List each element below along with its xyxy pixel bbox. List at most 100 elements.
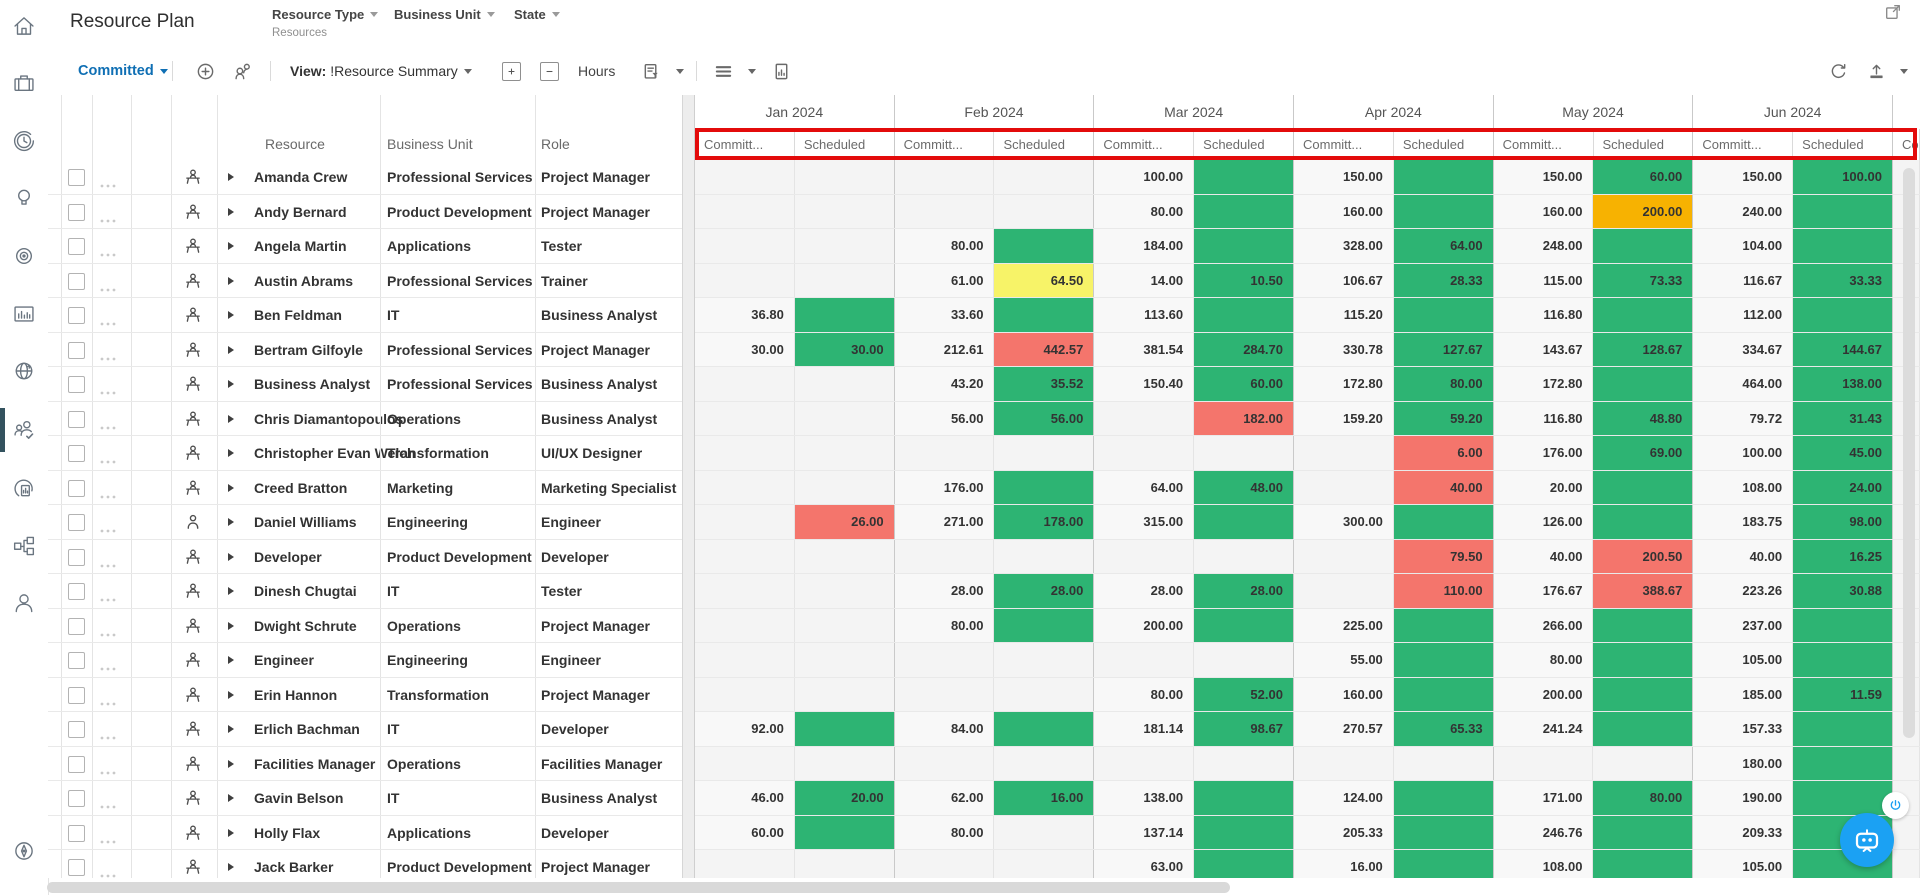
row-checkbox[interactable] xyxy=(68,617,85,635)
scheduled-cell[interactable] xyxy=(1593,298,1694,332)
committed-cell[interactable]: 248.00 xyxy=(1493,229,1594,263)
committed-cell[interactable] xyxy=(695,574,795,608)
row-context-menu-icon[interactable] xyxy=(100,727,116,745)
committed-cell[interactable]: 172.80 xyxy=(1493,367,1594,401)
committed-cell[interactable]: 180.00 xyxy=(1693,746,1794,780)
row-context-menu-icon[interactable] xyxy=(100,175,116,193)
committed-cell[interactable] xyxy=(695,263,795,297)
committed-cell[interactable]: 40.00 xyxy=(1493,539,1594,573)
committed-cell[interactable]: 225.00 xyxy=(1293,608,1394,642)
scheduled-cell[interactable]: 48.80 xyxy=(1593,401,1694,435)
committed-cell[interactable]: 150.00 xyxy=(1493,160,1594,194)
expand-row-icon[interactable] xyxy=(228,311,234,319)
committed-cell[interactable]: 160.00 xyxy=(1293,194,1394,228)
committed-cell[interactable]: 190.00 xyxy=(1693,781,1794,815)
scheduled-cell[interactable] xyxy=(1194,194,1294,228)
scheduled-cell[interactable]: 16.00 xyxy=(994,781,1095,815)
committed-cell[interactable] xyxy=(894,677,995,711)
expand-row-icon[interactable] xyxy=(228,449,234,457)
scheduled-cell[interactable] xyxy=(1393,815,1494,849)
column-header-role[interactable]: Role xyxy=(541,136,570,152)
committed-cell[interactable]: 334.67 xyxy=(1693,332,1794,366)
unit-toggle[interactable]: Hours xyxy=(578,47,615,95)
committed-cell[interactable]: 80.00 xyxy=(894,608,995,642)
committed-cell[interactable]: 14.00 xyxy=(1094,263,1195,297)
scheduled-cell[interactable] xyxy=(994,160,1095,194)
committed-cell[interactable]: 185.00 xyxy=(1693,677,1794,711)
scheduled-cell[interactable]: 11.59 xyxy=(1793,677,1893,711)
menu-icon[interactable] xyxy=(714,47,733,95)
committed-cell[interactable] xyxy=(1094,401,1195,435)
scheduled-cell[interactable] xyxy=(1593,746,1694,780)
scheduled-cell[interactable] xyxy=(1194,643,1294,677)
committed-cell[interactable]: 115.00 xyxy=(1493,263,1594,297)
scheduled-cell[interactable]: 100.00 xyxy=(1793,160,1893,194)
scheduled-cell[interactable] xyxy=(994,677,1095,711)
committed-cell[interactable]: 30.00 xyxy=(695,332,795,366)
committed-cell[interactable]: 56.00 xyxy=(894,401,995,435)
committed-cell[interactable] xyxy=(695,505,795,539)
scheduled-cell[interactable] xyxy=(794,160,895,194)
scheduled-cell[interactable] xyxy=(1793,298,1893,332)
committed-cell[interactable]: 64.00 xyxy=(1094,470,1195,504)
committed-cell[interactable]: 271.00 xyxy=(894,505,995,539)
scheduled-cell[interactable]: 48.00 xyxy=(1194,470,1294,504)
committed-cell[interactable]: 43.20 xyxy=(894,367,995,401)
scheduled-cell[interactable] xyxy=(1593,643,1694,677)
scheduled-cell[interactable]: 26.00 xyxy=(794,505,895,539)
expand-row-icon[interactable] xyxy=(228,863,234,871)
row-context-menu-icon[interactable] xyxy=(100,210,116,228)
scheduled-cell[interactable]: 200.50 xyxy=(1593,539,1694,573)
scheduled-cell[interactable]: 52.00 xyxy=(1194,677,1294,711)
committed-cell[interactable]: 159.20 xyxy=(1293,401,1394,435)
scheduled-cell[interactable] xyxy=(994,194,1095,228)
committed-cell[interactable]: 160.00 xyxy=(1293,677,1394,711)
committed-cell[interactable]: 266.00 xyxy=(1493,608,1594,642)
expand-row-icon[interactable] xyxy=(228,759,234,768)
power-toggle-icon[interactable] xyxy=(1882,792,1909,819)
expand-row-icon[interactable] xyxy=(228,552,234,561)
scheduled-cell[interactable] xyxy=(994,470,1095,504)
scheduled-cell[interactable]: 30.88 xyxy=(1793,574,1893,608)
committed-cell[interactable] xyxy=(1293,539,1394,573)
scheduled-cell[interactable]: 64.50 xyxy=(994,263,1095,297)
committed-cell[interactable]: 315.00 xyxy=(1094,505,1195,539)
committed-cell[interactable]: 116.80 xyxy=(1493,401,1594,435)
org-chart-icon[interactable] xyxy=(6,528,42,564)
row-context-menu-icon[interactable] xyxy=(100,624,116,642)
scheduled-cell[interactable] xyxy=(1393,643,1494,677)
scheduled-cell[interactable] xyxy=(1793,608,1893,642)
scheduled-cell[interactable] xyxy=(1793,746,1893,780)
scheduled-cell[interactable]: 73.33 xyxy=(1593,263,1694,297)
expand-row-icon[interactable] xyxy=(228,345,234,354)
row-context-menu-icon[interactable] xyxy=(100,658,116,676)
expand-row-icon[interactable] xyxy=(228,207,234,216)
committed-cell[interactable] xyxy=(894,539,995,573)
scheduled-cell[interactable] xyxy=(1393,160,1494,194)
committed-cell[interactable]: 138.00 xyxy=(1094,781,1195,815)
scheduled-cell[interactable]: 98.67 xyxy=(1194,712,1294,746)
committed-cell[interactable]: 20.00 xyxy=(1493,470,1594,504)
committed-cell[interactable]: 104.00 xyxy=(1693,229,1794,263)
scheduled-cell[interactable] xyxy=(1793,781,1893,815)
scheduled-cell[interactable] xyxy=(1593,367,1694,401)
committed-cell[interactable]: 150.00 xyxy=(1293,160,1394,194)
row-context-menu-icon[interactable] xyxy=(100,796,116,814)
committed-cell[interactable]: 126.00 xyxy=(1493,505,1594,539)
scheduled-cell[interactable]: 182.00 xyxy=(1194,401,1294,435)
committed-cell[interactable]: 16.00 xyxy=(1293,850,1394,878)
scheduled-cell[interactable]: 127.67 xyxy=(1393,332,1494,366)
scheduled-cell[interactable]: 60.00 xyxy=(1593,160,1694,194)
row-checkbox[interactable] xyxy=(68,721,85,738)
scheduled-cell[interactable] xyxy=(794,677,895,711)
row-checkbox[interactable] xyxy=(68,790,85,807)
scheduled-cell[interactable] xyxy=(1194,229,1294,263)
scheduled-cell[interactable] xyxy=(794,194,895,228)
row-context-menu-icon[interactable] xyxy=(100,244,116,262)
row-checkbox[interactable] xyxy=(68,341,85,359)
scheduled-cell[interactable]: 80.00 xyxy=(1393,367,1494,401)
add-button[interactable] xyxy=(196,47,215,95)
committed-cell[interactable]: 171.00 xyxy=(1493,781,1594,815)
committed-cell[interactable] xyxy=(894,850,995,878)
scheduled-cell[interactable]: 30.00 xyxy=(794,332,895,366)
